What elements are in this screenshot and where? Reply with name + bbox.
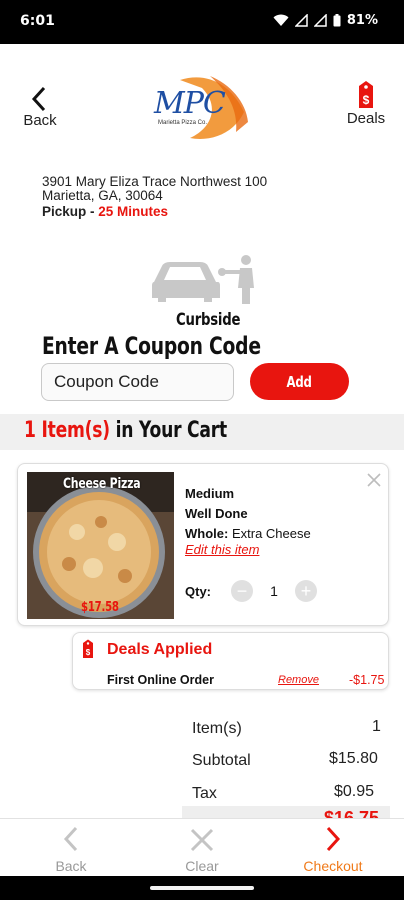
item-cook: Well Done xyxy=(185,506,248,521)
nav-checkout-button[interactable]: Checkout xyxy=(266,819,400,877)
chevron-left-icon xyxy=(31,86,46,112)
deal-name: First Online Order xyxy=(107,673,214,687)
status-time: 6:01 xyxy=(20,13,55,29)
deals-applied-title: Deals Applied xyxy=(107,641,213,658)
svg-text:$: $ xyxy=(363,93,370,107)
coupon-heading: Enter A Coupon Code xyxy=(42,332,261,360)
nav-clear-button[interactable]: Clear xyxy=(135,819,269,877)
home-gesture-handle[interactable] xyxy=(150,886,254,890)
back-label: Back xyxy=(23,112,57,129)
bottom-nav: Back Clear Checkout xyxy=(0,818,404,877)
nav-checkout-label: Checkout xyxy=(303,858,363,874)
wifi-icon xyxy=(273,14,289,26)
item-size: Medium xyxy=(185,486,235,501)
logo: MPC Marietta Pizza Co. xyxy=(150,72,252,142)
deal-amount: -$1.75 xyxy=(349,673,385,687)
qty-increase-button[interactable]: + xyxy=(295,580,317,602)
cart-heading-band: 1 Item(s) in Your Cart xyxy=(0,414,404,450)
coupon-input[interactable]: Coupon Code xyxy=(41,363,234,401)
close-icon xyxy=(190,828,214,852)
signal-icon xyxy=(294,14,308,27)
deals-label: Deals xyxy=(346,110,386,127)
pickup-time: 25 Minutes xyxy=(98,204,169,219)
add-coupon-button[interactable]: Add xyxy=(250,363,349,400)
battery-percent: 81% xyxy=(346,13,378,28)
battery-icon xyxy=(333,14,341,27)
price-tag-icon: $ xyxy=(359,81,373,108)
svg-text:$: $ xyxy=(86,648,91,657)
status-icons: 81% xyxy=(273,13,378,28)
deal-tag-icon: $ xyxy=(83,639,93,658)
nav-back-label: Back xyxy=(55,858,87,874)
store-address: 3901 Mary Eliza Trace Northwest 100 Mari… xyxy=(42,175,267,219)
qty-label: Qty: xyxy=(185,583,211,599)
subtotal-value: $15.80 xyxy=(329,750,378,767)
address-line1: 3901 Mary Eliza Trace Northwest 100 xyxy=(42,174,268,189)
items-count-value: 1 xyxy=(372,718,381,735)
back-button[interactable]: Back xyxy=(18,86,62,134)
item-details: Medium Well Done Whole: Extra Cheese Edi… xyxy=(185,484,311,560)
item-image-title: Cheese Pizza xyxy=(63,476,141,492)
cart-heading-rest: in Your Cart xyxy=(115,418,228,443)
topping-label: Whole: xyxy=(185,526,229,541)
cart-item-card: Cheese Pizza $17.58 Medium Well Done Who… xyxy=(17,463,389,626)
logo-subtext: Marietta Pizza Co. xyxy=(158,120,208,126)
subtotal-label: Subtotal xyxy=(192,752,251,769)
total-value: $16.75 xyxy=(324,808,380,818)
pickup-label: Pickup - xyxy=(42,204,95,219)
deals-button[interactable]: $ Deals xyxy=(340,80,392,132)
cart-heading: 1 Item(s) in Your Cart xyxy=(24,418,227,443)
address-line2: Marietta, GA, 30064 xyxy=(42,188,163,203)
tax-label: Tax xyxy=(192,785,217,802)
signal-icon-2 xyxy=(313,14,327,27)
logo-text: MPC xyxy=(154,86,226,121)
total-row: $16.75 xyxy=(182,806,390,818)
item-image-price: $17.58 xyxy=(81,600,119,615)
system-nav-bar xyxy=(0,876,404,900)
item-image: Cheese Pizza $17.58 xyxy=(27,472,174,619)
chevron-right-icon xyxy=(326,826,341,852)
curbside-icon xyxy=(150,252,260,307)
remove-deal-link[interactable]: Remove xyxy=(278,674,319,686)
nav-clear-label: Clear xyxy=(185,858,219,874)
add-coupon-label: Add xyxy=(286,372,313,391)
qty-decrease-button[interactable]: − xyxy=(231,580,253,602)
qty-value: 1 xyxy=(270,583,278,599)
cart-count: 1 Item(s) xyxy=(24,418,110,443)
remove-item-icon[interactable] xyxy=(367,473,381,487)
status-bar: 6:01 81% xyxy=(0,0,404,44)
pickup-info: Pickup - 25 Minutes xyxy=(42,205,267,219)
curbside-label: Curbside xyxy=(176,310,241,330)
chevron-left-icon xyxy=(63,826,78,852)
nav-back-button[interactable]: Back xyxy=(4,819,138,877)
qty-stepper: Qty: − 1 + xyxy=(185,580,317,602)
tax-value: $0.95 xyxy=(334,783,375,800)
topping-value: Extra Cheese xyxy=(231,526,311,541)
items-count-label: Item(s) xyxy=(192,720,242,737)
deals-applied-card: $ Deals Applied First Online Order Remov… xyxy=(72,632,389,690)
